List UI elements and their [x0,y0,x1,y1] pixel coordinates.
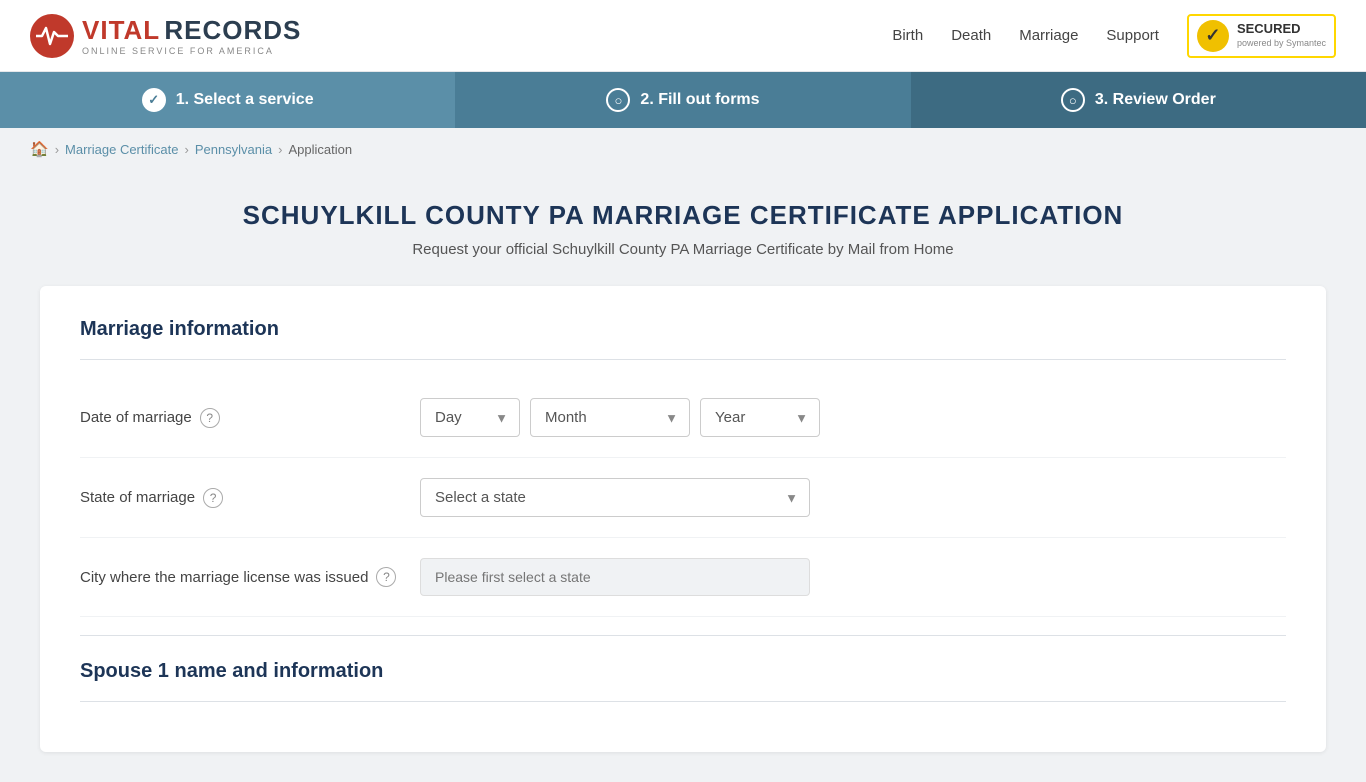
logo: VITAL RECORDS ONLINE SERVICE FOR AMERICA [30,14,301,58]
section-divider-2 [80,635,1286,636]
city-controls [420,558,1286,596]
step2-circle: ○ [606,88,630,112]
progress-step-1[interactable]: ✓ 1. Select a service [0,72,455,128]
state-help-icon[interactable]: ? [203,488,223,508]
form-card: Marriage information Date of marriage ? … [40,286,1326,752]
day-select-wrap: Day 12345 678910 1112131415 1617181920 2… [420,398,520,437]
home-icon[interactable]: 🏠 [30,140,49,158]
city-label: City where the marriage license was issu… [80,569,368,586]
state-label-area: State of marriage ? [80,488,420,508]
state-of-marriage-row: State of marriage ? Select a state Alaba… [80,458,1286,538]
page-subtitle: Request your official Schuylkill County … [40,241,1326,258]
progress-step-3[interactable]: ○ 3. Review Order [911,72,1366,128]
step2-label: 2. Fill out forms [640,91,759,109]
step3-circle: ○ [1061,88,1085,112]
date-label-area: Date of marriage ? [80,408,420,428]
state-select-wrap: Select a state AlabamaAlaskaArizonaArkan… [420,478,810,517]
marriage-section-title: Marriage information [80,318,1286,341]
spouse-section-title: Spouse 1 name and information [80,660,1286,683]
progress-bar: ✓ 1. Select a service ○ 2. Fill out form… [0,72,1366,128]
city-row: City where the marriage license was issu… [80,538,1286,617]
day-select[interactable]: Day 12345 678910 1112131415 1617181920 2… [420,398,520,437]
norton-text: SECURED powered by Symantec [1237,21,1326,50]
site-header: VITAL RECORDS ONLINE SERVICE FOR AMERICA… [0,0,1366,72]
section-divider-1 [80,359,1286,360]
year-select[interactable]: Year 2024202320222021 2020201920182017 2… [700,398,820,437]
date-controls: Day 12345 678910 1112131415 1617181920 2… [420,398,1286,437]
breadcrumb-application: Application [288,142,352,157]
breadcrumb-marriage-cert[interactable]: Marriage Certificate [65,142,178,157]
state-controls: Select a state AlabamaAlaskaArizonaArkan… [420,478,1286,517]
nav-birth[interactable]: Birth [892,27,923,44]
city-label-area: City where the marriage license was issu… [80,567,420,587]
date-of-marriage-row: Date of marriage ? Day 12345 678910 1112… [80,378,1286,458]
step3-label: 3. Review Order [1095,91,1216,109]
breadcrumb-pennsylvania[interactable]: Pennsylvania [195,142,272,157]
progress-step-2[interactable]: ○ 2. Fill out forms [455,72,910,128]
nav-marriage[interactable]: Marriage [1019,27,1078,44]
section-divider-3 [80,701,1286,702]
year-select-wrap: Year 2024202320222021 2020201920182017 2… [700,398,820,437]
date-of-marriage-label: Date of marriage [80,409,192,426]
month-select[interactable]: Month JanuaryFebruaryMarch AprilMayJune … [530,398,690,437]
main-nav: Birth Death Marriage Support ✓ SECURED p… [892,14,1336,58]
step1-circle: ✓ [142,88,166,112]
main-content: SCHUYLKILL COUNTY PA MARRIAGE CERTIFICAT… [0,170,1366,782]
city-input [420,558,810,596]
date-help-icon[interactable]: ? [200,408,220,428]
step1-label: 1. Select a service [176,91,314,109]
page-title: SCHUYLKILL COUNTY PA MARRIAGE CERTIFICAT… [40,200,1326,231]
month-select-wrap: Month JanuaryFebruaryMarch AprilMayJune … [530,398,690,437]
city-help-icon[interactable]: ? [376,567,396,587]
norton-check-icon: ✓ [1197,20,1229,52]
state-of-marriage-label: State of marriage [80,489,195,506]
state-select[interactable]: Select a state AlabamaAlaskaArizonaArkan… [420,478,810,517]
logo-text: VITAL RECORDS ONLINE SERVICE FOR AMERICA [82,15,301,56]
breadcrumb: 🏠 › Marriage Certificate › Pennsylvania … [0,128,1366,170]
norton-badge: ✓ SECURED powered by Symantec [1187,14,1336,58]
nav-support[interactable]: Support [1106,27,1159,44]
nav-death[interactable]: Death [951,27,991,44]
logo-icon [30,14,74,58]
